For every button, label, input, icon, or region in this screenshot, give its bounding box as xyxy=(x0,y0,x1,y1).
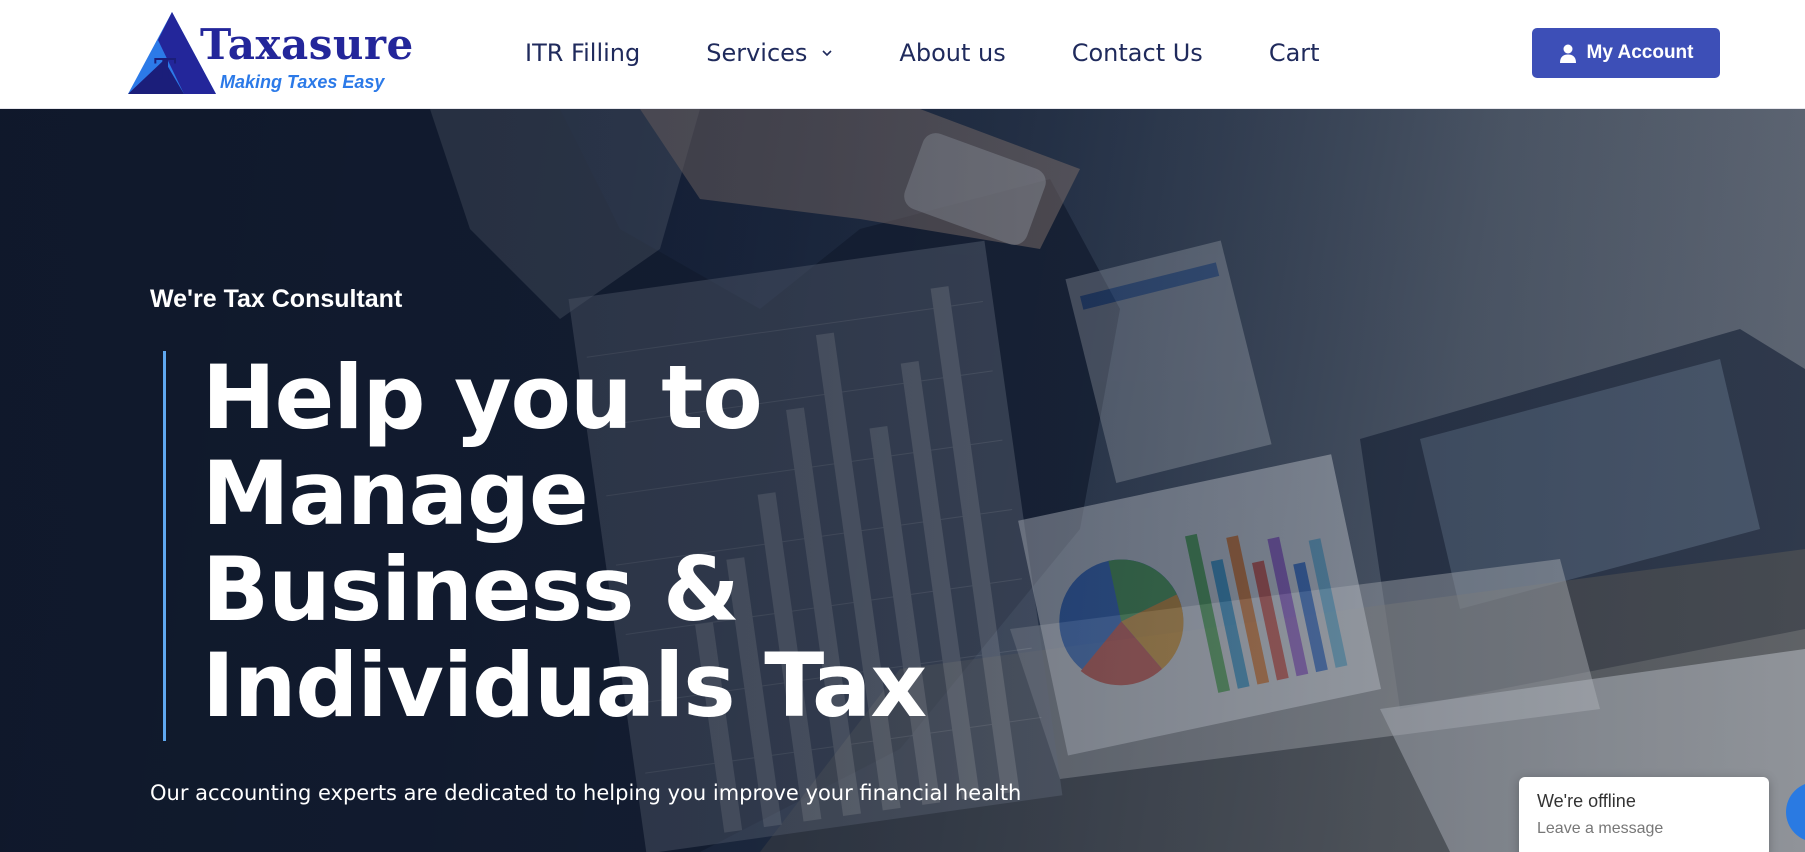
nav-item-itr-filling[interactable]: ITR Filling xyxy=(525,39,640,67)
hero-eyebrow: We're Tax Consultant xyxy=(150,285,403,313)
user-icon xyxy=(1559,44,1576,63)
chat-leave-message[interactable]: Leave a message xyxy=(1537,820,1751,838)
nav-item-label: Cart xyxy=(1268,38,1320,67)
brand-tagline: Making Taxes Easy xyxy=(220,72,385,92)
brand-name: Taxasure xyxy=(200,20,414,69)
chat-status: We're offline xyxy=(1537,791,1636,811)
my-account-button[interactable]: My Account xyxy=(1532,28,1720,78)
hero-subtext: Our accounting experts are dedicated to … xyxy=(150,781,1022,805)
site-header: T Taxasure Making Taxes Easy ITR Filling… xyxy=(0,0,1805,109)
hero-accent-bar xyxy=(163,351,166,741)
nav-item-label: Contact Us xyxy=(1071,38,1203,67)
nav-item-label: About us xyxy=(899,38,1006,67)
main-nav: ITR Filling Services About us Contact Us… xyxy=(525,0,1320,105)
chat-widget[interactable]: We're offline Leave a message xyxy=(1519,777,1769,852)
hero-headline-line: Business & xyxy=(202,538,740,641)
logo-letter: T xyxy=(154,53,177,88)
nav-item-cart[interactable]: Cart xyxy=(1269,39,1320,67)
my-account-label: My Account xyxy=(1586,42,1694,63)
nav-item-services[interactable]: Services xyxy=(706,39,833,67)
nav-item-label: ITR Filling xyxy=(525,38,641,67)
brand-logo[interactable]: T Taxasure Making Taxes Easy xyxy=(124,8,413,98)
hero-headline: Help you to Manage Business & Individual… xyxy=(202,350,1082,734)
nav-item-contact-us[interactable]: Contact Us xyxy=(1072,39,1203,67)
nav-item-label: Services xyxy=(706,38,808,67)
hero-headline-line: Help you to xyxy=(202,346,763,449)
hero-headline-line: Manage xyxy=(202,442,589,545)
chevron-down-icon xyxy=(822,49,832,56)
hero-section: We're Tax Consultant Help you to Manage … xyxy=(0,109,1805,852)
nav-item-about-us[interactable]: About us xyxy=(899,39,1005,67)
hero-headline-line: Individuals Tax xyxy=(202,634,927,737)
